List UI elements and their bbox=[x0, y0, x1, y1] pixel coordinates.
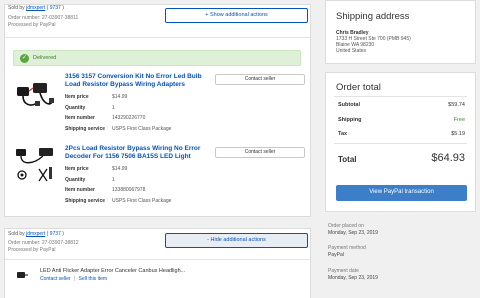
view-paypal-transaction-button[interactable]: View PayPal transaction bbox=[336, 185, 467, 201]
seller-link[interactable]: jdmxpert bbox=[26, 5, 45, 11]
quantity-label: Quantity bbox=[65, 104, 86, 111]
decoder-image-icon bbox=[16, 148, 53, 182]
divider bbox=[334, 96, 467, 97]
adapter-image-icon bbox=[17, 272, 28, 278]
shipping-label: Shipping bbox=[338, 117, 362, 123]
check-icon: ✓ bbox=[20, 54, 29, 63]
order-placed-label: Order placed on bbox=[328, 223, 364, 229]
item-2-price-row: Item price $14.99 bbox=[65, 164, 127, 175]
shipping-address-card: Shipping address Chris Bradley 1733 H St… bbox=[325, 0, 476, 64]
item-3-title-link[interactable]: LED Anti Flicker Adapter Error Canceler … bbox=[40, 268, 185, 274]
item-2-quantity-row: Quantity 1 bbox=[65, 175, 115, 186]
order-total-title: Order total bbox=[336, 82, 381, 93]
item-number-value: 143290226770 bbox=[112, 115, 146, 121]
tax-label: Tax bbox=[338, 131, 348, 137]
quantity-label: Quantity bbox=[65, 176, 86, 183]
item-3-thumbnail[interactable] bbox=[15, 269, 29, 281]
total-row: Total $64.93 bbox=[338, 152, 465, 164]
item-1-contact-seller-button[interactable]: Contact seller bbox=[215, 74, 305, 85]
order-card-2: Sold by jdmxpert ( 9737 ) Order number: … bbox=[4, 228, 311, 298]
delivered-banner: ✓ Delivered bbox=[13, 50, 301, 66]
subtotal-label: Subtotal bbox=[338, 102, 360, 108]
item-2-thumbnail[interactable] bbox=[13, 143, 59, 187]
quantity-value: 1 bbox=[112, 104, 115, 111]
payment-method-value: PayPal bbox=[328, 252, 344, 258]
shipping-address-title: Shipping address bbox=[336, 11, 410, 22]
divider bbox=[5, 37, 310, 38]
processed-by: Processed by PayPal bbox=[8, 21, 56, 28]
processed-by: Processed by PayPal bbox=[8, 246, 56, 253]
order-placed-value: Monday, Sep 23, 2019 bbox=[328, 230, 378, 236]
payment-date-label: Payment date bbox=[328, 268, 359, 274]
payment-date-value: Monday, Sep 23, 2019 bbox=[328, 275, 378, 281]
seller-link[interactable]: jdmxpert bbox=[26, 231, 45, 237]
address-country: United States bbox=[336, 48, 367, 54]
delivered-status: Delivered bbox=[33, 55, 57, 61]
item-price-value: $14.99 bbox=[112, 94, 128, 100]
item-1-shipping-row: Shipping service USPS First Class Package bbox=[65, 124, 171, 135]
shipping-service-value: USPS First Class Package bbox=[112, 197, 172, 204]
subtotal-value: $59.74 bbox=[448, 102, 465, 108]
shipping-value: Free bbox=[453, 117, 465, 123]
order-total-card: Order total Subtotal $59.74 Shipping Fre… bbox=[325, 72, 476, 212]
item-number-label: Item number bbox=[65, 187, 96, 193]
sold-by-label: Sold by bbox=[8, 231, 27, 237]
payment-method-label: Payment method bbox=[328, 245, 366, 251]
item-1-title-link[interactable]: 3156 3157 Conversion Kit No Error Led Bu… bbox=[65, 73, 213, 89]
item-number-value: 133880067978 bbox=[112, 187, 146, 193]
item-1-quantity-row: Quantity 1 bbox=[65, 103, 115, 114]
shipping-row: Shipping Free bbox=[338, 117, 465, 123]
total-value: $64.93 bbox=[431, 152, 465, 164]
divider bbox=[5, 259, 310, 260]
show-additional-actions-button[interactable]: + Show additional actions bbox=[165, 8, 308, 23]
sold-by-line: Sold by jdmxpert ( 9737 ) bbox=[8, 5, 64, 12]
item-1-price-row: Item price $14.99 bbox=[65, 92, 127, 103]
subtotal-row: Subtotal $59.74 bbox=[338, 102, 465, 108]
hide-additional-actions-button[interactable]: - Hide additional actions bbox=[165, 233, 308, 248]
item-2-number-row: Item number 133880067978 bbox=[65, 185, 145, 196]
shipping-service-label: Shipping service bbox=[65, 125, 106, 132]
sell-this-item-link[interactable]: Sell this item bbox=[79, 276, 107, 282]
item-1-number-row: Item number 143290226770 bbox=[65, 113, 145, 124]
seller-feedback[interactable]: ( 9737 ) bbox=[47, 231, 64, 237]
sold-by-line: Sold by jdmxpert ( 9737 ) bbox=[8, 231, 64, 238]
item-price-label: Item price bbox=[65, 166, 89, 172]
item-number-label: Item number bbox=[65, 115, 96, 121]
divider bbox=[334, 143, 467, 144]
item-2-title-link[interactable]: 2Pcs Load Resistor Bypass Wiring No Erro… bbox=[65, 145, 213, 161]
item-3-links: Contact seller | Sell this item bbox=[40, 276, 107, 282]
total-label: Total bbox=[338, 155, 357, 164]
item-price-label: Item price bbox=[65, 94, 89, 100]
item-1-thumbnail[interactable] bbox=[13, 73, 59, 117]
wiring-adapter-image-icon bbox=[17, 83, 54, 106]
quantity-value: 1 bbox=[112, 176, 115, 183]
item-price-value: $14.99 bbox=[112, 166, 128, 172]
order-card-1: Sold by jdmxpert ( 9737 ) Order number: … bbox=[4, 4, 311, 217]
item-2-shipping-row: Shipping service USPS First Class Package bbox=[65, 196, 171, 207]
seller-feedback[interactable]: ( 9737 ) bbox=[47, 5, 64, 11]
contact-seller-link[interactable]: Contact seller bbox=[40, 276, 71, 282]
shipping-service-label: Shipping service bbox=[65, 197, 106, 204]
sold-by-label: Sold by bbox=[8, 5, 27, 11]
link-separator: | bbox=[73, 276, 76, 282]
item-2-contact-seller-button[interactable]: Contact seller bbox=[215, 147, 305, 158]
tax-value: $5.19 bbox=[451, 131, 465, 137]
tax-row: Tax $5.19 bbox=[338, 131, 465, 137]
shipping-address-block: Chris Bradley 1733 H Street Ste 700 (PMB… bbox=[336, 30, 411, 54]
shipping-service-value: USPS First Class Package bbox=[112, 125, 172, 132]
